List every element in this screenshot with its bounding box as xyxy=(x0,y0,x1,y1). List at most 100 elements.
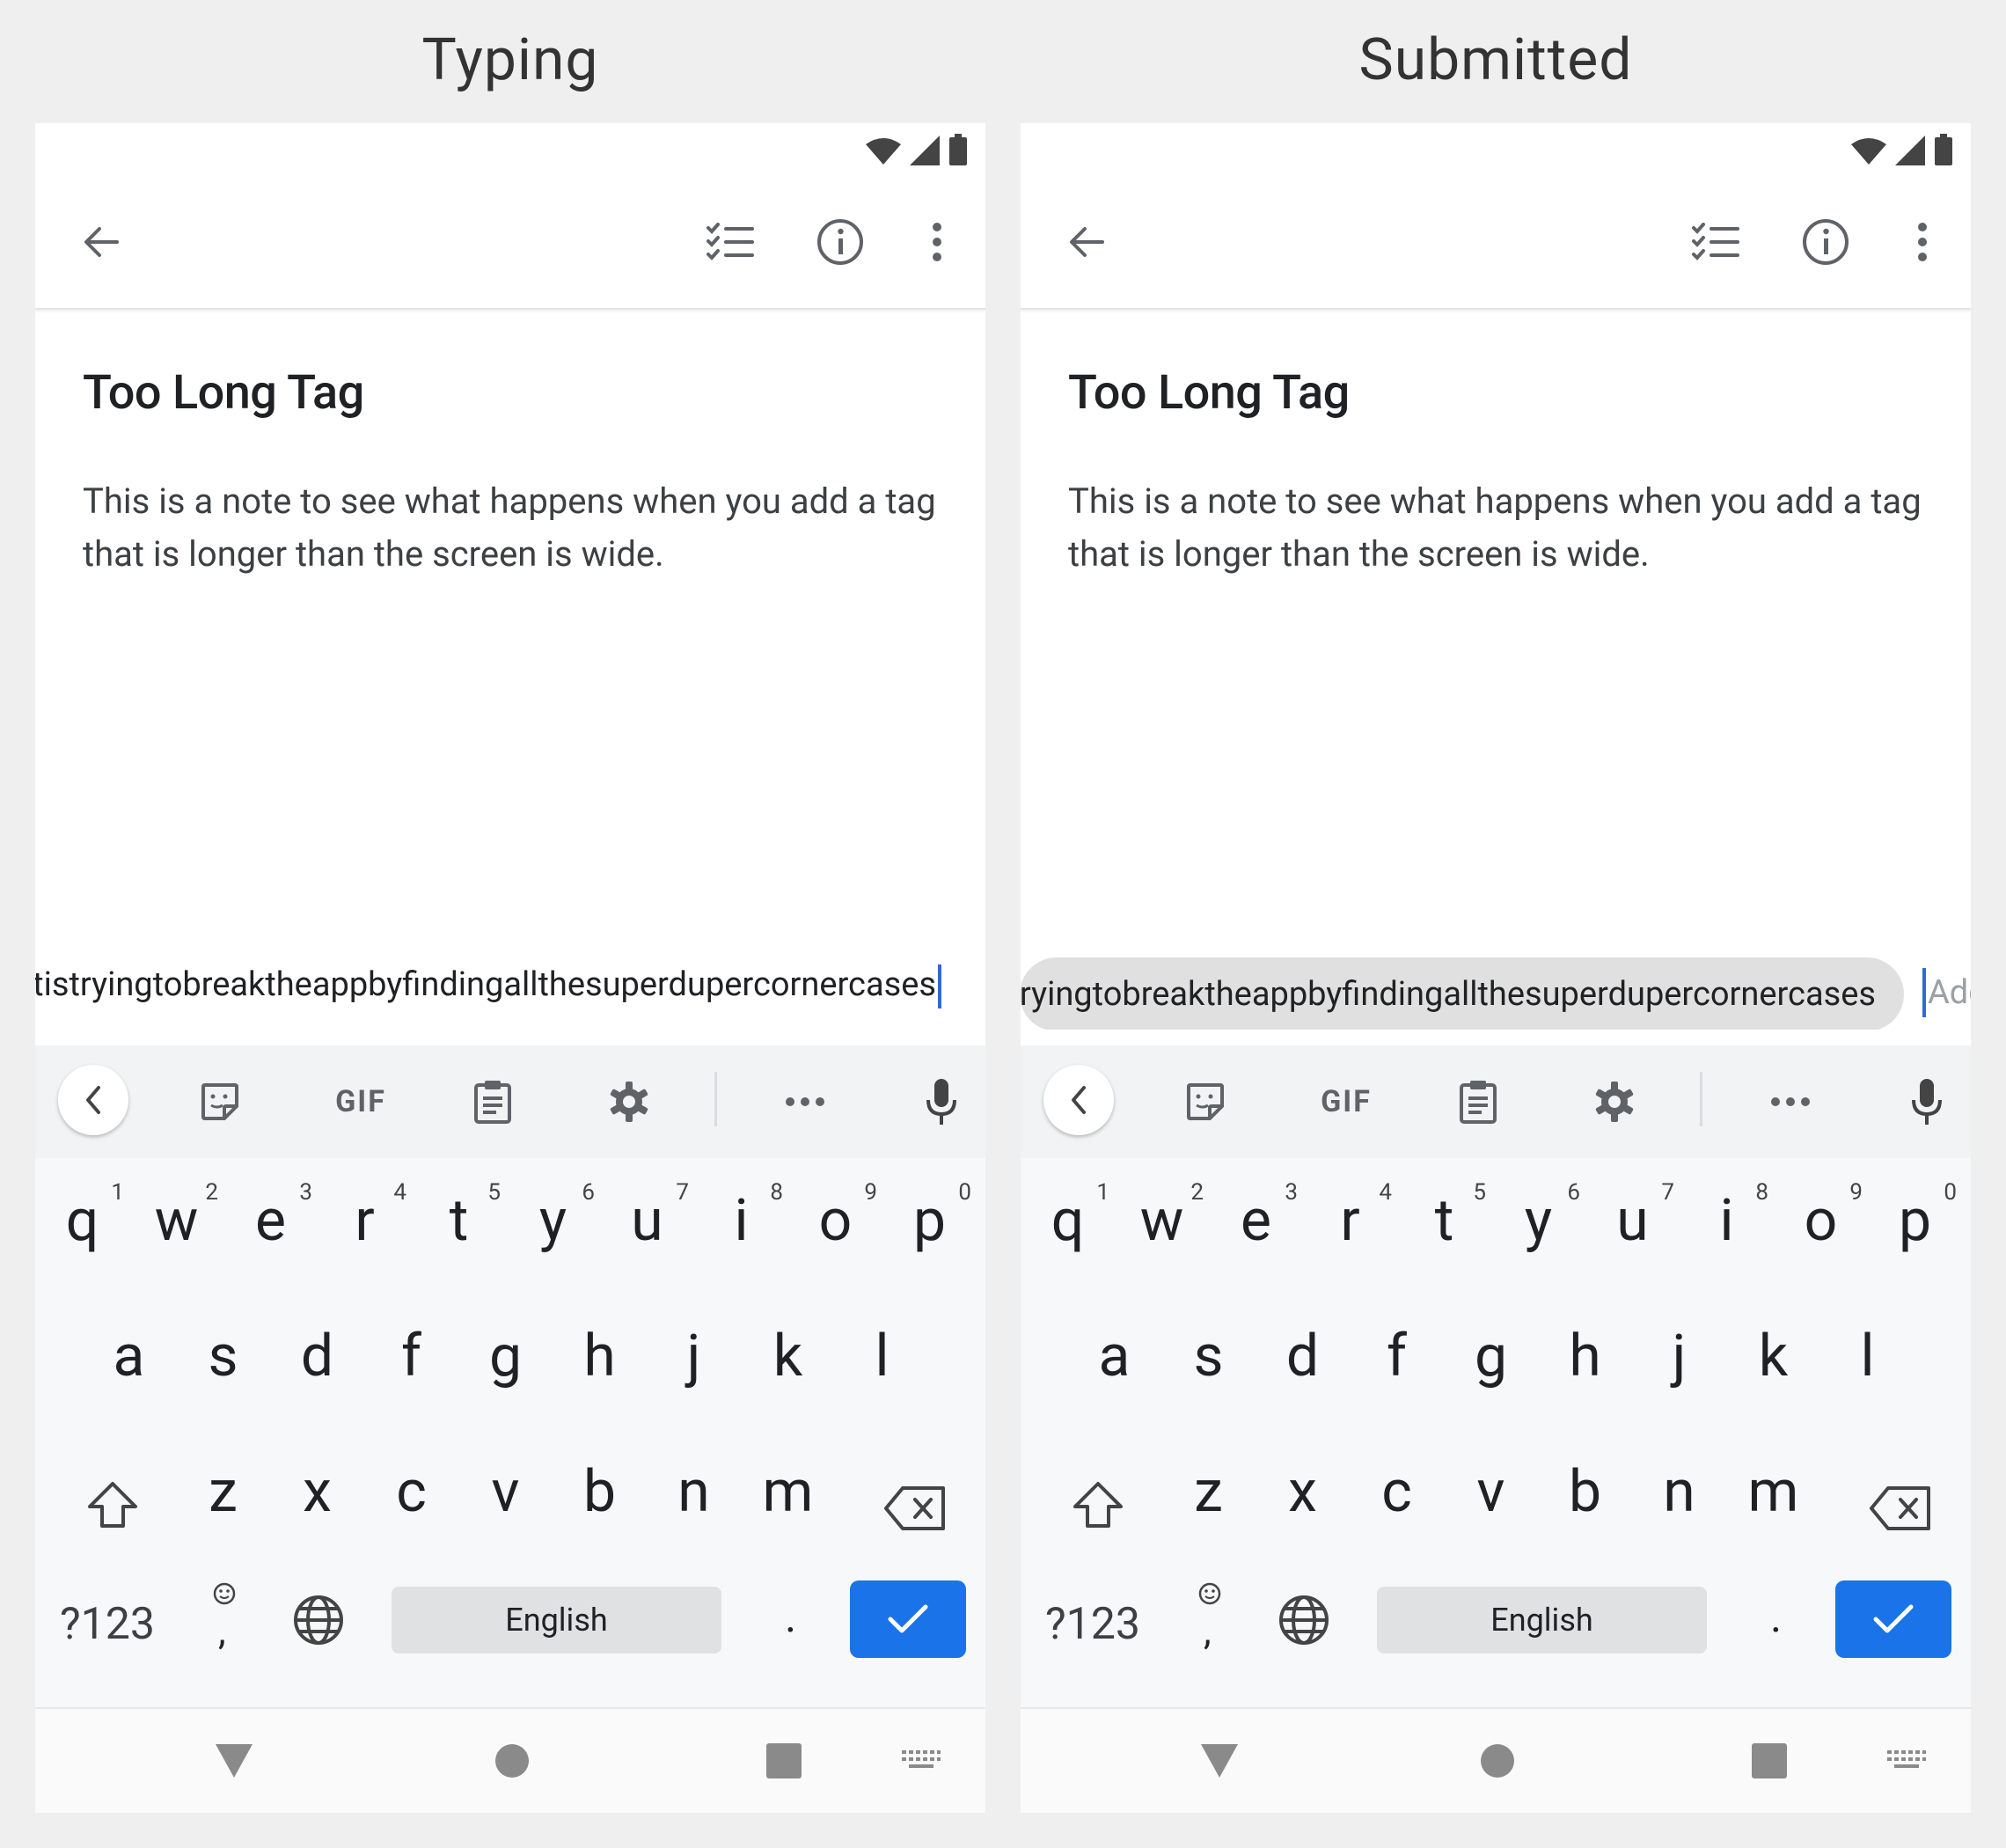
key-k[interactable]: k xyxy=(741,1295,835,1419)
key-m[interactable]: m xyxy=(741,1431,835,1554)
period-key[interactable]: . xyxy=(1770,1592,1782,1643)
sticker-icon[interactable] xyxy=(1179,1077,1232,1126)
key-l[interactable]: l xyxy=(1820,1295,1914,1419)
key-p[interactable]: 0p xyxy=(882,1160,977,1283)
more-vert-icon[interactable] xyxy=(1900,211,1944,273)
emoji-comma-key[interactable]: , xyxy=(202,1581,246,1661)
tag-input-row[interactable]: atistryingtobreaktheappbyfindingallthesu… xyxy=(35,942,985,1030)
key-a[interactable]: a xyxy=(82,1295,176,1419)
nav-home-icon[interactable] xyxy=(494,1742,531,1783)
key-e[interactable]: 3e xyxy=(1209,1160,1303,1283)
key-w[interactable]: 2w xyxy=(129,1160,223,1283)
key-w[interactable]: 2w xyxy=(1115,1160,1209,1283)
key-t[interactable]: 5t xyxy=(412,1160,506,1283)
backspace-key[interactable] xyxy=(1848,1431,1953,1554)
language-globe-icon[interactable] xyxy=(1278,1594,1330,1650)
tag-chip[interactable]: ryingtobreaktheappbyfindingallthesuperdu… xyxy=(1021,957,1904,1030)
key-o[interactable]: 9o xyxy=(788,1160,882,1283)
key-n[interactable]: n xyxy=(1632,1431,1726,1554)
key-p[interactable]: 0p xyxy=(1868,1160,1962,1283)
nav-recents-icon[interactable] xyxy=(1751,1742,1788,1783)
info-icon[interactable] xyxy=(809,211,871,273)
clipboard-icon[interactable] xyxy=(1452,1077,1504,1126)
key-v[interactable]: v xyxy=(458,1431,553,1554)
key-f[interactable]: f xyxy=(1350,1295,1444,1419)
backspace-key[interactable] xyxy=(862,1431,968,1554)
nav-back-icon[interactable] xyxy=(1199,1742,1240,1783)
gif-button[interactable]: GIF xyxy=(326,1077,396,1126)
done-key[interactable] xyxy=(850,1580,966,1658)
checklist-icon[interactable] xyxy=(1685,211,1746,273)
note-body[interactable]: This is a note to see what happens when … xyxy=(83,475,963,581)
key-y[interactable]: 6y xyxy=(506,1160,600,1283)
language-globe-icon[interactable] xyxy=(292,1594,345,1650)
key-z[interactable]: z xyxy=(1161,1431,1256,1554)
tag-input[interactable]: atistryingtobreaktheappbyfindingallthesu… xyxy=(35,964,941,1008)
shift-key[interactable] xyxy=(63,1431,160,1554)
key-y[interactable]: 6y xyxy=(1491,1160,1585,1283)
key-n[interactable]: n xyxy=(647,1431,741,1554)
note-title[interactable]: Too Long Tag xyxy=(1068,365,1350,421)
gif-button[interactable]: GIF xyxy=(1311,1077,1381,1126)
symbols-key[interactable]: ?123 xyxy=(60,1599,155,1650)
nav-recents-icon[interactable] xyxy=(765,1742,802,1783)
key-c[interactable]: c xyxy=(364,1431,458,1554)
more-horiz-icon[interactable] xyxy=(1764,1077,1817,1126)
info-icon[interactable] xyxy=(1795,211,1856,273)
key-a[interactable]: a xyxy=(1067,1295,1161,1419)
key-o[interactable]: 9o xyxy=(1774,1160,1868,1283)
more-horiz-icon[interactable] xyxy=(779,1077,831,1126)
key-g[interactable]: g xyxy=(1444,1295,1538,1419)
key-f[interactable]: f xyxy=(364,1295,458,1419)
key-k[interactable]: k xyxy=(1726,1295,1820,1419)
period-key[interactable]: . xyxy=(785,1592,796,1643)
keyboard-switch-icon[interactable] xyxy=(902,1749,941,1775)
key-z[interactable]: z xyxy=(176,1431,270,1554)
microphone-icon[interactable] xyxy=(1900,1077,1953,1126)
key-i[interactable]: 8i xyxy=(694,1160,788,1283)
back-arrow-icon[interactable] xyxy=(70,211,132,273)
key-h[interactable]: h xyxy=(1538,1295,1632,1419)
key-g[interactable]: g xyxy=(458,1295,553,1419)
back-arrow-icon[interactable] xyxy=(1056,211,1117,273)
keyboard-back-button[interactable] xyxy=(58,1065,128,1135)
key-x[interactable]: x xyxy=(270,1431,364,1554)
keyboard-switch-icon[interactable] xyxy=(1887,1749,1926,1775)
sticker-icon[interactable] xyxy=(194,1077,246,1126)
key-l[interactable]: l xyxy=(835,1295,929,1419)
clipboard-icon[interactable] xyxy=(466,1077,519,1126)
key-x[interactable]: x xyxy=(1256,1431,1350,1554)
add-tag-input[interactable]: Add xyxy=(1922,968,1971,1017)
key-q[interactable]: 1q xyxy=(1021,1160,1115,1283)
key-v[interactable]: v xyxy=(1444,1431,1538,1554)
space-key[interactable]: English xyxy=(1377,1587,1707,1654)
key-b[interactable]: b xyxy=(1538,1431,1632,1554)
key-h[interactable]: h xyxy=(553,1295,647,1419)
settings-gear-icon[interactable] xyxy=(603,1077,655,1126)
key-b[interactable]: b xyxy=(553,1431,647,1554)
key-u[interactable]: 7u xyxy=(600,1160,694,1283)
key-c[interactable]: c xyxy=(1350,1431,1444,1554)
key-s[interactable]: s xyxy=(1161,1295,1256,1419)
key-r[interactable]: 4r xyxy=(1303,1160,1397,1283)
key-u[interactable]: 7u xyxy=(1585,1160,1680,1283)
symbols-key[interactable]: ?123 xyxy=(1045,1599,1140,1650)
key-j[interactable]: j xyxy=(647,1295,741,1419)
key-i[interactable]: 8i xyxy=(1680,1160,1774,1283)
key-t[interactable]: 5t xyxy=(1397,1160,1491,1283)
key-q[interactable]: 1q xyxy=(35,1160,129,1283)
checklist-icon[interactable] xyxy=(699,211,761,273)
key-j[interactable]: j xyxy=(1632,1295,1726,1419)
more-vert-icon[interactable] xyxy=(915,211,959,273)
settings-gear-icon[interactable] xyxy=(1588,1077,1641,1126)
space-key[interactable]: English xyxy=(392,1587,721,1654)
nav-back-icon[interactable] xyxy=(214,1742,254,1783)
done-key[interactable] xyxy=(1835,1580,1951,1658)
key-m[interactable]: m xyxy=(1726,1431,1820,1554)
key-r[interactable]: 4r xyxy=(318,1160,412,1283)
emoji-comma-key[interactable]: , xyxy=(1188,1581,1232,1661)
key-e[interactable]: 3e xyxy=(223,1160,318,1283)
key-s[interactable]: s xyxy=(176,1295,270,1419)
keyboard-back-button[interactable] xyxy=(1043,1065,1114,1135)
microphone-icon[interactable] xyxy=(915,1077,968,1126)
